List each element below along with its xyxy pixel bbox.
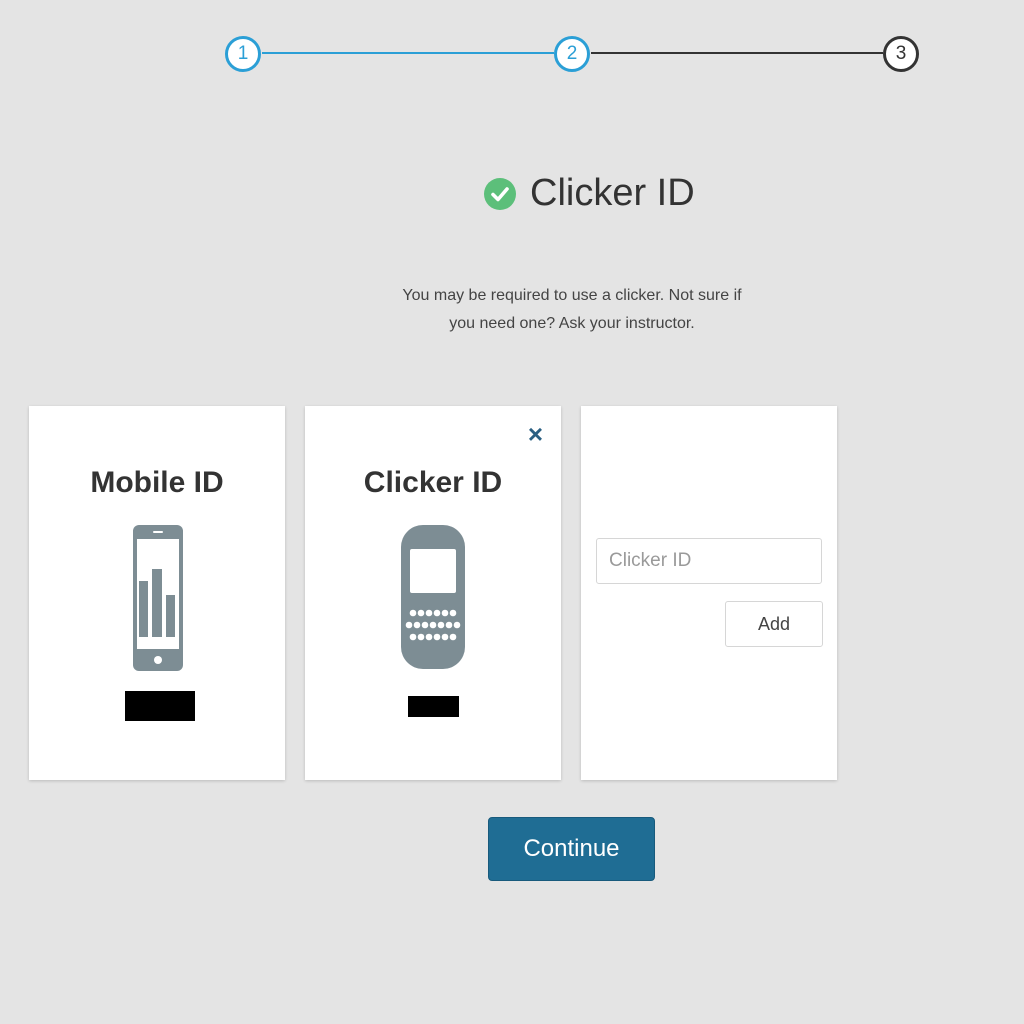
mobile-id-value-redacted — [125, 691, 195, 721]
check-circle-icon — [484, 177, 516, 210]
step-3-indicator: 3 — [883, 36, 919, 72]
page-title: Clicker ID — [530, 172, 695, 214]
clicker-entry-card: Add — [581, 406, 837, 780]
clicker-id-card[interactable]: × Clicker ID — [305, 406, 561, 780]
close-icon[interactable]: × — [528, 420, 543, 448]
mobile-phone-icon — [133, 525, 183, 671]
clicker-requirement-text: You may be required to use a clicker. No… — [402, 287, 742, 332]
mobile-id-card[interactable]: Mobile ID — [29, 406, 285, 780]
clicker-device-icon — [401, 525, 465, 669]
step-connector-1-2 — [262, 52, 554, 54]
add-clicker-button[interactable]: Add — [725, 601, 823, 647]
clicker-id-title: Clicker ID — [363, 466, 503, 499]
mobile-id-title: Mobile ID — [90, 466, 224, 499]
step-1-indicator: 1 — [225, 36, 261, 72]
clicker-id-input[interactable] — [596, 538, 822, 584]
step-connector-2-3 — [591, 52, 883, 54]
clicker-id-value-redacted — [408, 696, 459, 717]
clicker-setup-page: 1 2 3 Clicker ID You may be required to … — [0, 0, 1024, 1024]
section-heading: Clicker ID — [484, 172, 695, 215]
step-2-indicator: 2 — [554, 36, 590, 72]
continue-button[interactable]: Continue — [488, 817, 655, 881]
